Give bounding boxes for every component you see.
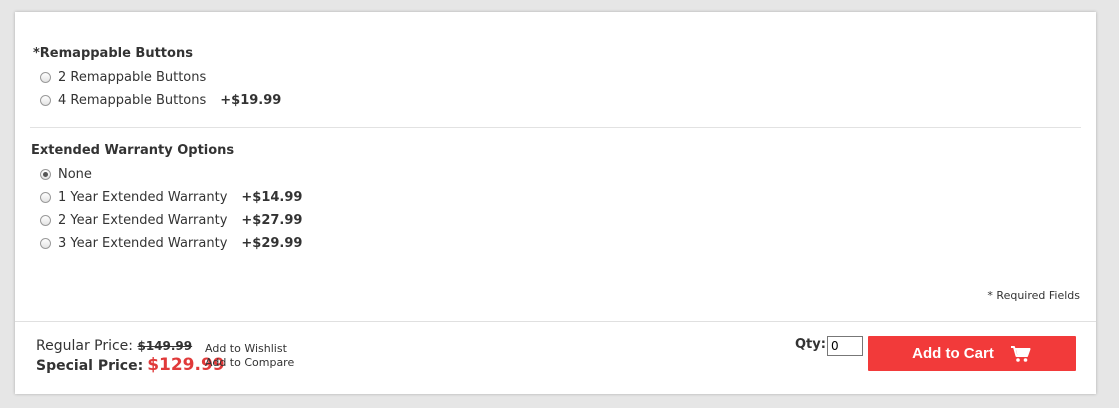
radio-4-remappable-buttons[interactable] [40,94,51,106]
regular-price-row: Regular Price: $149.99 [36,338,192,354]
add-to-cart-button[interactable]: Add to Cart [868,336,1076,371]
required-fields-note: * Required Fields [987,289,1080,302]
radio-warranty-2-year[interactable] [40,214,51,226]
option-price: +$19.99 [220,92,282,108]
option-4-remappable-buttons[interactable]: 4 Remappable Buttons +$19.99 [40,91,281,109]
option-label: 1 Year Extended Warranty [58,189,228,205]
option-label: 4 Remappable Buttons [58,92,207,108]
regular-price-label: Regular Price: [36,338,134,354]
radio-warranty-1-year[interactable] [40,191,51,203]
option-label: 2 Remappable Buttons [58,69,207,85]
qty-input[interactable] [827,336,863,356]
option-warranty-2-year[interactable]: 2 Year Extended Warranty +$27.99 [40,211,302,229]
radio-warranty-none[interactable] [40,168,51,180]
add-to-wishlist-link[interactable]: Add to Wishlist [205,342,287,355]
option-warranty-3-year[interactable]: 3 Year Extended Warranty +$29.99 [40,234,302,252]
shopping-cart-icon [1010,345,1032,363]
option-label: 2 Year Extended Warranty [58,212,228,228]
special-price-row: Special Price: $129.99 [36,355,225,375]
option-price: +$14.99 [241,189,303,205]
option-2-remappable-buttons[interactable]: 2 Remappable Buttons [40,68,206,86]
radio-2-remappable-buttons[interactable] [40,71,51,83]
remappable-buttons-title: *Remappable Buttons [33,46,193,61]
special-price-label: Special Price: [36,358,144,374]
add-to-compare-link[interactable]: Add to Compare [205,356,294,369]
qty-label: Qty: [795,337,826,352]
section-divider [30,127,1081,128]
radio-warranty-3-year[interactable] [40,237,51,249]
option-price: +$29.99 [241,235,303,251]
option-label: 3 Year Extended Warranty [58,235,228,251]
product-options-panel: *Remappable Buttons 2 Remappable Buttons… [15,12,1096,394]
option-price: +$27.99 [241,212,303,228]
add-to-cart-label: Add to Cart [912,345,994,362]
option-warranty-none[interactable]: None [40,165,92,183]
warranty-options-title: Extended Warranty Options [31,143,235,158]
option-warranty-1-year[interactable]: 1 Year Extended Warranty +$14.99 [40,188,302,206]
regular-price-value: $149.99 [137,339,193,353]
footer-divider [15,321,1096,322]
option-label: None [58,166,92,182]
